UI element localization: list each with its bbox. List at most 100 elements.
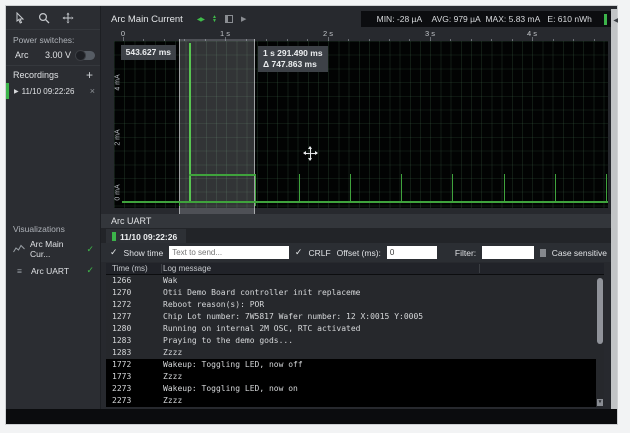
live-indicator [604,13,607,25]
plot-area[interactable]: 4 mA 2 mA 0 mA 543.627 ms 1 s 291.490 ms… [114,39,608,215]
y-tick-label: 4 mA [114,74,122,91]
tooltip-delta: Δ 747.863 ms [263,59,317,69]
stat-energy: E: 610 nWh [547,14,592,24]
log-row[interactable]: 2273 Wakeup: Toggling LED, now on [106,383,596,395]
log-row[interactable]: 1283 Praying to the demo gods... [106,335,596,347]
arrow-down-icon: ▼ [212,18,217,24]
trace-segment [255,173,257,206]
check-icon[interactable]: ✓ [86,265,94,276]
uart-panel-title: Arc UART [101,214,613,228]
trace-segment [503,173,505,201]
uart-tab-label: 11/10 09:22:26 [120,231,178,242]
log-row[interactable]: 1277 Chip Lot number: 7W5817 Wafer number… [106,311,596,323]
filter-label: Filter: [454,247,477,258]
status-bar [6,409,617,424]
trace-segment [350,173,352,201]
stat-avg: AVG: 979 µA [431,14,481,24]
trace-segment [122,201,608,203]
recordings-label: Recordings [13,70,59,80]
uart-log-table: Time (ms) Log message 1266 Wak 1270 Otii D… [106,263,604,407]
zoom-tool-icon[interactable] [38,12,50,24]
stat-min: MIN: -28 µA [376,14,423,24]
log-row[interactable]: 2273 Zzzz [106,395,596,407]
selection-start-tooltip: 543.627 ms [120,45,176,60]
viz-item-arc-main-current[interactable]: Arc Main Cur... ✓ [6,236,100,262]
stat-max: MAX: 5.83 mA [485,14,541,24]
chart-tools: ◀▶ ▲ ▼ ▶ [197,15,247,24]
log-row[interactable]: 1283 Zzzz [106,347,596,359]
trace-segment [554,173,556,201]
viz-item-label: Arc Main Cur... [30,239,64,259]
case-sensitive-label[interactable]: Case sensitive [552,248,607,258]
pan-tool-icon[interactable] [62,12,74,24]
uart-recording-tab[interactable]: 11/10 09:22:26 [106,229,187,244]
show-time-label[interactable]: Show time [124,248,164,258]
log-row[interactable]: 1280 Running on internal 2M OSC, RTC acti… [106,323,596,335]
selection-end-tooltip: 1 s 291.490 ms Δ 747.863 ms [258,46,328,72]
log-row[interactable]: 1272 Reboot reason(s): POR [106,299,596,311]
case-sensitive-checkbox[interactable] [540,248,546,257]
column-divider[interactable] [161,264,162,273]
recording-label: 11/10 09:22:26 [21,86,75,96]
sidebar-toolbar [6,6,100,30]
send-text-input[interactable] [169,246,289,259]
log-row[interactable]: 1270 Otii Demo Board controller init repl… [106,287,596,299]
close-recording-icon[interactable]: × [90,86,95,96]
recording-item[interactable]: ▶ 11/10 09:22:26 × [6,82,100,100]
side-panel-collapse-strip[interactable]: ◀ [611,9,618,411]
select-tool-icon[interactable] [14,12,26,24]
trace-segment [188,173,256,176]
recordings-header: Recordings + [6,66,100,82]
list-icon: ≡ [17,265,22,276]
log-row[interactable]: 1266 Wak [106,275,596,287]
power-switch-voltage: 3.00 V [44,50,71,60]
log-table-body[interactable]: 1266 Wak 1270 Otii Demo Board controller i… [106,275,596,407]
y-tick-label: 2 mA [114,129,122,146]
power-switches-label: Power switches: [13,35,75,45]
check-icon[interactable]: ✓ [86,244,94,255]
offset-label: Offset (ms): [336,247,381,258]
visualizations-section: Visualizations Arc Main Cur... ✓ ≡ Arc U… [6,219,100,279]
viz-item-arc-uart[interactable]: ≡ Arc UART ✓ [6,262,100,279]
power-switch-toggle[interactable] [75,49,95,61]
crlf-label[interactable]: CRLF [308,248,330,258]
power-switch-row: Arc 3.00 V [6,47,100,66]
stats-bar: MIN: -28 µA AVG: 979 µA MAX: 5.83 mA E: … [361,11,613,27]
app-window: Power switches: Arc 3.00 V Recordings + … [5,5,618,425]
expander-icon[interactable]: ▶ [14,88,19,95]
trace-segment [178,201,180,206]
column-divider[interactable] [479,264,480,273]
show-time-checkbox[interactable]: ✓ [110,247,118,258]
power-switch-name: Arc [15,50,29,60]
toggle-knob-icon [75,49,86,61]
visualizations-label: Visualizations [13,224,65,234]
fit-horizontal-icon[interactable]: ◀▶ [197,16,205,23]
add-recording-button[interactable]: + [86,69,93,81]
scroll-down-icon[interactable]: ▼ [597,399,603,406]
offset-input[interactable] [386,246,437,259]
log-table-header: Time (ms) Log message [106,263,604,275]
follow-icon[interactable]: ▶ [241,15,246,23]
col-header-message[interactable]: Log message [163,264,211,273]
trace-segment [605,173,607,201]
trace-segment [401,173,403,201]
uart-tab-bar: 11/10 09:22:26 [101,228,613,244]
chart-header: Arc Main Current ◀▶ ▲ ▼ ▶ MIN: -28 µA AV… [101,9,613,29]
trace-segment [188,43,191,201]
y-tick-label: 0 mA [114,184,122,201]
crlf-checkbox[interactable]: ✓ [295,247,303,258]
window-view-icon[interactable] [225,15,233,23]
filter-input[interactable] [482,246,535,259]
log-row[interactable]: 1772 Wakeup: Toggling LED, now off [106,359,596,371]
log-scrollbar[interactable]: ▼ [596,275,604,407]
col-header-time[interactable]: Time (ms) [106,264,163,273]
trace-segment [298,173,300,201]
trace-segment [452,173,454,201]
line-chart-icon [13,244,25,255]
log-row[interactable]: 1773 Zzzz [106,371,596,383]
scrollbar-thumb[interactable] [597,278,603,344]
collapse-left-icon[interactable]: ◀ [613,17,618,24]
viz-item-label: Arc UART [31,265,70,276]
uart-toolbar: ✓ Show time ✓ CRLF Offset (ms): Filter: … [101,243,613,262]
fit-vertical-icon[interactable]: ▲ ▼ [212,15,217,24]
